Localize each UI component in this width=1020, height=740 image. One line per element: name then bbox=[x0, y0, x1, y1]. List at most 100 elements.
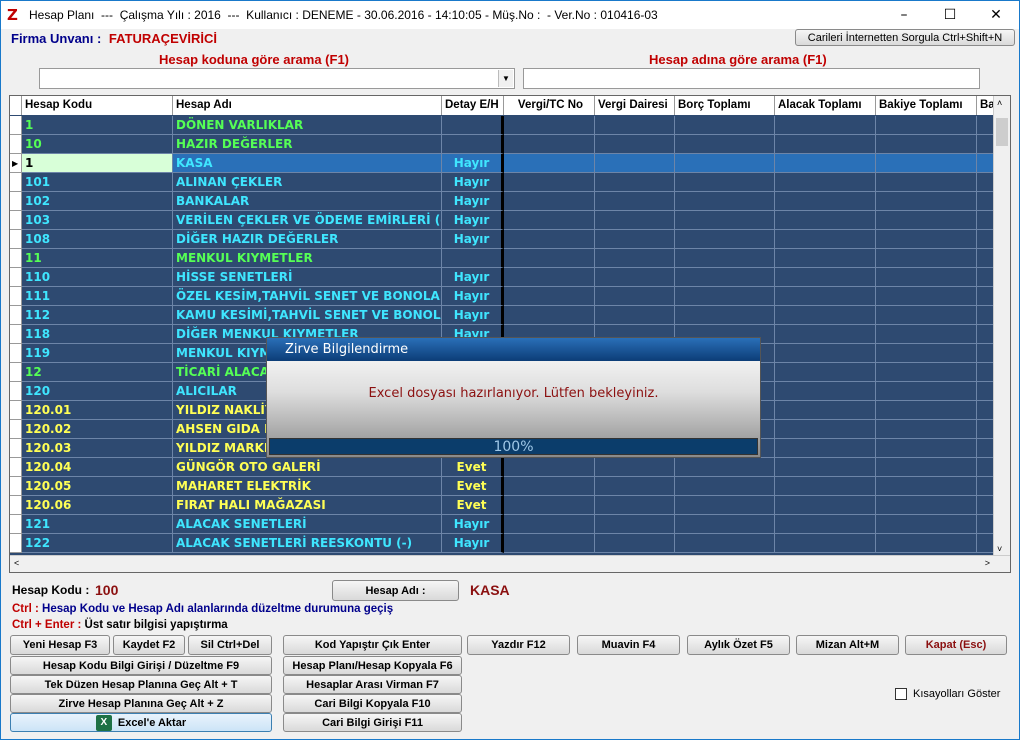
cell-bakiye[interactable] bbox=[876, 287, 977, 306]
cell-hesap-adi[interactable]: ÖZEL KESİM,TAHVİL SENET VE BONOLARI bbox=[173, 287, 442, 306]
cell-detay[interactable] bbox=[442, 249, 504, 268]
cell-alacak[interactable] bbox=[775, 306, 876, 325]
cell-vergi-dairesi[interactable] bbox=[595, 116, 675, 135]
cell-alacak[interactable] bbox=[775, 420, 876, 439]
cell-alacak[interactable] bbox=[775, 439, 876, 458]
header-bakiye[interactable]: Bakiye Toplamı bbox=[876, 96, 977, 115]
table-row[interactable]: 120.06 FIRAT HALI MAĞAZASI Evet bbox=[10, 496, 995, 515]
table-row[interactable]: 110 HİSSE SENETLERİ Hayır bbox=[10, 268, 995, 287]
name-search-input[interactable] bbox=[523, 68, 980, 89]
row-indicator[interactable] bbox=[10, 363, 22, 382]
cari-kopyala-button[interactable]: Cari Bilgi Kopyala F10 bbox=[283, 694, 462, 713]
chevron-down-icon[interactable]: ˅ bbox=[997, 544, 1002, 554]
row-indicator[interactable] bbox=[10, 268, 22, 287]
cell-hesap-adi[interactable]: DİĞER HAZIR DEĞERLER bbox=[173, 230, 442, 249]
header-detay[interactable]: Detay E/H bbox=[442, 96, 504, 115]
table-row[interactable]: 102 BANKALAR Hayır bbox=[10, 192, 995, 211]
cell-vergi-dairesi[interactable] bbox=[595, 515, 675, 534]
row-indicator[interactable] bbox=[10, 173, 22, 192]
cell-vergi-dairesi[interactable] bbox=[595, 477, 675, 496]
cell-vergi-no[interactable] bbox=[504, 458, 595, 477]
cell-detay[interactable]: Hayır bbox=[442, 154, 504, 173]
header-vergi-no[interactable]: Vergi/TC No bbox=[504, 96, 595, 115]
cell-hesap-kodu[interactable]: 12 bbox=[22, 363, 173, 382]
minimize-button[interactable]: – bbox=[881, 1, 927, 29]
cell-vergi-no[interactable] bbox=[504, 477, 595, 496]
row-indicator[interactable] bbox=[10, 192, 22, 211]
cell-alacak[interactable] bbox=[775, 534, 876, 553]
cell-borc[interactable] bbox=[675, 515, 775, 534]
cell-detay[interactable] bbox=[442, 135, 504, 154]
cell-alacak[interactable] bbox=[775, 249, 876, 268]
cell-vergi-dairesi[interactable] bbox=[595, 173, 675, 192]
sil-button[interactable]: Sil Ctrl+Del bbox=[188, 635, 272, 655]
table-row[interactable]: 121 ALACAK SENETLERİ Hayır bbox=[10, 515, 995, 534]
cell-alacak[interactable] bbox=[775, 268, 876, 287]
horizontal-scrollbar[interactable]: < > bbox=[10, 555, 1010, 572]
cell-detay[interactable]: Hayır bbox=[442, 306, 504, 325]
row-indicator[interactable] bbox=[10, 116, 22, 135]
row-indicator[interactable] bbox=[10, 515, 22, 534]
cell-borc[interactable] bbox=[675, 477, 775, 496]
cell-vergi-no[interactable] bbox=[504, 515, 595, 534]
cell-bakiye[interactable] bbox=[876, 116, 977, 135]
cell-detay[interactable]: Hayır bbox=[442, 515, 504, 534]
cell-detay[interactable]: Hayır bbox=[442, 211, 504, 230]
cell-hesap-adi[interactable]: MAHARET ELEKTRİK bbox=[173, 477, 442, 496]
cell-vergi-no[interactable] bbox=[504, 268, 595, 287]
cell-alacak[interactable] bbox=[775, 458, 876, 477]
header-borc[interactable]: Borç Toplamı bbox=[675, 96, 775, 115]
cell-borc[interactable] bbox=[675, 154, 775, 173]
cell-bakiye[interactable] bbox=[876, 230, 977, 249]
cell-detay[interactable]: Evet bbox=[442, 477, 504, 496]
cell-detay[interactable]: Hayır bbox=[442, 192, 504, 211]
cell-vergi-dairesi[interactable] bbox=[595, 249, 675, 268]
cell-hesap-adi[interactable]: HAZIR DEĞERLER bbox=[173, 135, 442, 154]
cell-hesap-adi[interactable]: FIRAT HALI MAĞAZASI bbox=[173, 496, 442, 515]
table-row[interactable]: 122 ALACAK SENETLERİ REESKONTU (-) Hayır bbox=[10, 534, 995, 553]
cell-hesap-kodu[interactable]: 102 bbox=[22, 192, 173, 211]
chevron-left-icon[interactable]: < bbox=[14, 558, 19, 568]
cell-vergi-no[interactable] bbox=[504, 230, 595, 249]
yeni-hesap-button[interactable]: Yeni Hesap F3 bbox=[10, 635, 110, 655]
cell-borc[interactable] bbox=[675, 458, 775, 477]
cell-alacak[interactable] bbox=[775, 496, 876, 515]
row-indicator[interactable] bbox=[10, 439, 22, 458]
cell-bakiye[interactable] bbox=[876, 173, 977, 192]
hesap-kodu-bilgi-button[interactable]: Hesap Kodu Bilgi Girişi / Düzeltme F9 bbox=[10, 656, 272, 675]
row-indicator[interactable] bbox=[10, 211, 22, 230]
cell-hesap-kodu[interactable]: 120 bbox=[22, 382, 173, 401]
code-search-combo[interactable]: ▼ bbox=[39, 68, 515, 89]
row-indicator[interactable] bbox=[10, 401, 22, 420]
cell-bakiye[interactable] bbox=[876, 325, 977, 344]
vertical-scrollbar[interactable]: ˄ ˅ bbox=[993, 96, 1010, 556]
maximize-button[interactable]: ☐ bbox=[927, 1, 973, 29]
header-hesap-kodu[interactable]: Hesap Kodu bbox=[22, 96, 173, 115]
row-indicator[interactable]: ▶ bbox=[10, 154, 22, 173]
cell-hesap-adi[interactable]: KASA bbox=[173, 154, 442, 173]
cell-alacak[interactable] bbox=[775, 477, 876, 496]
table-row[interactable]: 120.05 MAHARET ELEKTRİK Evet bbox=[10, 477, 995, 496]
row-indicator[interactable] bbox=[10, 477, 22, 496]
cell-hesap-kodu[interactable]: 111 bbox=[22, 287, 173, 306]
row-indicator[interactable] bbox=[10, 534, 22, 553]
account-grid[interactable]: Hesap Kodu Hesap Adı Detay E/H Vergi/TC … bbox=[9, 95, 1011, 573]
cell-detay[interactable]: Hayır bbox=[442, 287, 504, 306]
kod-yapistir-button[interactable]: Kod Yapıştır Çık Enter bbox=[283, 635, 462, 655]
row-indicator[interactable] bbox=[10, 458, 22, 477]
cell-hesap-adi[interactable]: GÜNGÖR OTO GALERİ bbox=[173, 458, 442, 477]
close-button[interactable]: ✕ bbox=[973, 1, 1019, 29]
cell-hesap-kodu[interactable]: 121 bbox=[22, 515, 173, 534]
aylik-ozet-button[interactable]: Aylık Özet F5 bbox=[687, 635, 790, 655]
cell-bakiye[interactable] bbox=[876, 306, 977, 325]
row-indicator[interactable] bbox=[10, 344, 22, 363]
cell-vergi-no[interactable] bbox=[504, 211, 595, 230]
table-row[interactable]: 111 ÖZEL KESİM,TAHVİL SENET VE BONOLARI Ha… bbox=[10, 287, 995, 306]
cell-hesap-kodu[interactable]: 120.05 bbox=[22, 477, 173, 496]
row-indicator[interactable] bbox=[10, 496, 22, 515]
cell-bakiye[interactable] bbox=[876, 135, 977, 154]
cell-vergi-no[interactable] bbox=[504, 173, 595, 192]
cell-bakiye[interactable] bbox=[876, 154, 977, 173]
cell-bakiye[interactable] bbox=[876, 496, 977, 515]
cell-vergi-no[interactable] bbox=[504, 287, 595, 306]
